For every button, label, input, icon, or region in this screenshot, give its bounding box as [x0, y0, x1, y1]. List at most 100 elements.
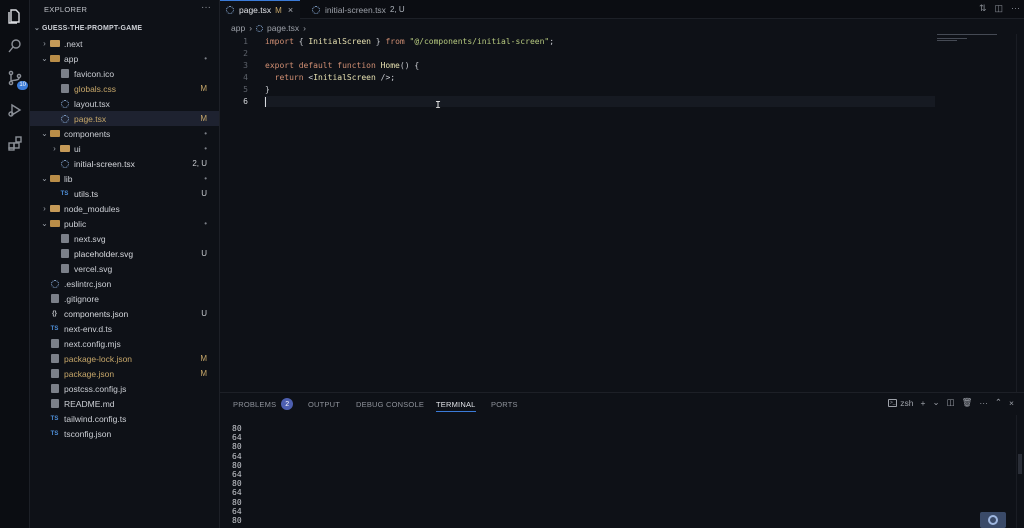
file-tree-item[interactable]: package.json M [30, 366, 219, 381]
icon-shape [60, 114, 69, 123]
minimap[interactable] [937, 34, 1015, 44]
file-tree-label: page.tsx [74, 113, 107, 124]
chevron-right-icon: › [53, 144, 56, 153]
tab-initial-screen-tsx[interactable]: initial-screen.tsx 2, U [306, 0, 411, 19]
file-tree-item[interactable]: › node_modules [30, 201, 219, 216]
search-icon[interactable] [5, 36, 25, 56]
file-tree-item[interactable]: package-lock.json M [30, 351, 219, 366]
file-tree-item[interactable]: TS tsconfig.json [30, 426, 219, 441]
code-line-1: import { InitialScreen } from "@/compone… [265, 37, 555, 46]
file-tree-item[interactable]: page.tsx M [30, 111, 219, 126]
file-tree-item[interactable]: ⌄ public • [30, 216, 219, 231]
tab-status-marker: 2, U [389, 5, 405, 14]
file-tree-item[interactable]: ⌄ lib • [30, 171, 219, 186]
file-tree-item[interactable]: {} components.json U [30, 306, 219, 321]
file-icon [59, 264, 70, 274]
file-tree-item[interactable]: › .next [30, 36, 219, 51]
tab-page-tsx[interactable]: page.tsx M × [220, 0, 300, 19]
breadcrumb: app › page.tsx › [231, 22, 306, 34]
file-tree-item[interactable]: TS next-env.d.ts [30, 321, 219, 336]
file-tree-label: placeholder.svg [74, 248, 134, 259]
file-tree-item[interactable]: globals.css M [30, 81, 219, 96]
icon-text: TS [50, 415, 59, 422]
extensions-icon[interactable] [5, 134, 25, 154]
terminal-scrollbar[interactable] [1016, 415, 1024, 528]
split-editor-icon[interactable]: ◫ [994, 3, 1003, 14]
chevron-down-icon[interactable]: ⌄ [932, 397, 939, 408]
file-icon [49, 369, 60, 379]
run-debug-icon[interactable] [5, 100, 25, 120]
chevron-up-icon[interactable]: ⌃ [995, 397, 1002, 408]
git-status-marker: • [204, 174, 207, 183]
file-tree-item[interactable]: TS tailwind.config.ts [30, 411, 219, 426]
icon-shape [50, 339, 59, 348]
code-editor[interactable]: 1 2 3 4 5 6 import { InitialScreen } fro… [220, 34, 1024, 394]
terminal-line: 80 [232, 442, 242, 452]
more-actions-icon[interactable]: ··· [1011, 3, 1020, 14]
file-tree-item[interactable]: .eslintrc.json [30, 276, 219, 291]
tab-debug-console[interactable]: DEBUG CONSOLE [356, 398, 424, 410]
eslint-icon [49, 279, 60, 289]
breadcrumb-file[interactable]: page.tsx [267, 23, 299, 33]
breadcrumb-separator: › [303, 23, 307, 33]
folder-shape [49, 40, 60, 47]
file-tree-item[interactable]: next.svg [30, 231, 219, 246]
bottom-panel: PROBLEMS 2 OUTPUT DEBUG CONSOLE TERMINAL… [220, 392, 1024, 528]
file-tree-item[interactable]: › ui • [30, 141, 219, 156]
more-actions-icon[interactable]: ··· [979, 398, 988, 408]
chevron-right-icon: › [43, 204, 46, 213]
terminal-line: 64 [232, 451, 242, 461]
chevron-down-icon: ⌄ [41, 174, 48, 183]
app-logo-icon [980, 512, 1006, 528]
json-icon: {} [49, 309, 60, 319]
file-tree-item[interactable]: layout.tsx [30, 96, 219, 111]
terminal-line: 80 [232, 479, 242, 489]
git-status-marker: U [201, 309, 207, 318]
editor-scrollbar[interactable] [1016, 34, 1024, 394]
tab-output[interactable]: OUTPUT [308, 398, 340, 410]
file-icon [49, 294, 60, 304]
more-actions-icon[interactable]: ··· [201, 2, 211, 13]
terminal-selector[interactable]: >_ zsh [888, 398, 913, 408]
workspace-root[interactable]: ⌄ GUESS-THE-PROMPT-GAME [34, 22, 142, 34]
icon-text: {} [52, 310, 57, 317]
file-tree-item[interactable]: postcss.config.js [30, 381, 219, 396]
file-tree-item[interactable]: next.config.mjs [30, 336, 219, 351]
terminal-line: 64 [232, 433, 242, 443]
file-tree-item[interactable]: favicon.ico [30, 66, 219, 81]
terminal-line: 64 [232, 506, 242, 516]
file-tree-label: README.md [64, 398, 115, 409]
file-tree-item[interactable]: ⌄ app • [30, 51, 219, 66]
file-tree-label: ui [74, 143, 81, 154]
split-terminal-icon[interactable]: ◫ [947, 397, 955, 408]
icon-shape [50, 399, 59, 408]
file-tree-item[interactable]: .gitignore [30, 291, 219, 306]
file-tree-item[interactable]: ⌄ components • [30, 126, 219, 141]
terminal-line: 80 [232, 516, 242, 525]
file-tree-item[interactable]: README.md [30, 396, 219, 411]
tab-ports[interactable]: PORTS [491, 398, 518, 410]
file-tree-label: .next [64, 38, 83, 49]
files-icon[interactable] [5, 6, 25, 26]
file-tree-item[interactable]: initial-screen.tsx 2, U [30, 156, 219, 171]
compare-icon[interactable]: ⇅ [979, 3, 987, 14]
close-icon[interactable]: × [1009, 398, 1014, 408]
file-tree-label: next-env.d.ts [64, 323, 113, 334]
close-icon[interactable]: × [288, 5, 293, 15]
tab-label: page.tsx [239, 5, 272, 15]
tab-label: DEBUG CONSOLE [356, 399, 425, 409]
file-tree-item[interactable]: placeholder.svg U [30, 246, 219, 261]
trash-icon[interactable]: 🗑 [962, 397, 973, 408]
chevron-down-icon: ⌄ [34, 25, 41, 32]
source-control-icon[interactable]: 10 [5, 68, 28, 90]
scrollbar-thumb[interactable] [1018, 454, 1022, 474]
add-terminal-icon[interactable]: + [920, 398, 925, 408]
breadcrumb-folder[interactable]: app [231, 23, 245, 33]
editor-tab-bar: page.tsx M × initial-screen.tsx 2, U ⇅ ◫… [220, 0, 1024, 19]
tab-terminal[interactable]: TERMINAL [436, 398, 476, 412]
file-tree-item[interactable]: TS utils.ts U [30, 186, 219, 201]
panel-actions: >_ zsh + ⌄ ◫ 🗑 ··· ⌃ × [888, 397, 1014, 408]
file-tree-item[interactable]: vercel.svg [30, 261, 219, 276]
code-line-3: export default function Home() { [265, 61, 420, 70]
tab-problems[interactable]: PROBLEMS 2 [233, 398, 294, 410]
